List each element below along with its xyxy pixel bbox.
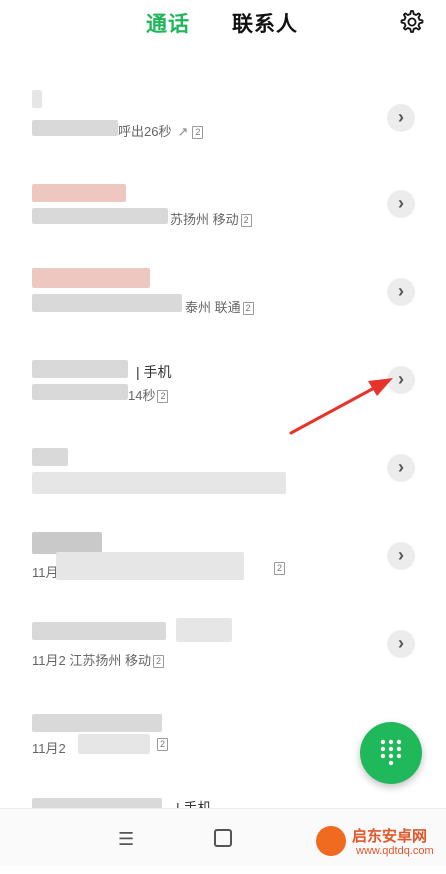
call-detail-button[interactable]: › bbox=[387, 542, 415, 570]
call-info: 11月2 江苏扬州 移动 2 bbox=[32, 650, 164, 669]
redacted-date bbox=[32, 472, 286, 494]
redacted-name bbox=[32, 90, 42, 108]
call-item[interactable]: | 手机 14秒 2 › bbox=[0, 346, 446, 434]
tab-calls[interactable]: 通话 bbox=[146, 8, 190, 38]
call-detail-button[interactable]: › bbox=[387, 366, 415, 394]
redacted-date bbox=[32, 384, 128, 400]
sim-icon: 2 bbox=[157, 390, 169, 403]
sim-icon: 2 bbox=[152, 655, 164, 668]
number-type: | 手机 bbox=[136, 364, 172, 380]
call-date: 11月 bbox=[32, 565, 59, 580]
call-detail-button[interactable]: › bbox=[387, 278, 415, 306]
sim-icon: 2 bbox=[240, 214, 252, 227]
watermark: 启东安卓网 www.qdtdq.com bbox=[316, 824, 444, 862]
call-item[interactable]: 苏扬州 移动 2 › bbox=[0, 170, 446, 258]
dialpad-icon bbox=[380, 739, 402, 766]
call-location: 苏扬州 移动 bbox=[170, 212, 239, 227]
call-item[interactable]: 11月2 江苏扬州 移动 2 › bbox=[0, 610, 446, 698]
call-duration: 呼出26秒 bbox=[118, 124, 172, 139]
redacted-date bbox=[32, 120, 118, 136]
watermark-logo-icon bbox=[316, 826, 346, 856]
call-detail-button[interactable]: › bbox=[387, 454, 415, 482]
call-location: 泰州 联通 bbox=[185, 300, 241, 315]
sim-icon: 2 bbox=[192, 126, 204, 139]
call-item[interactable]: 11月 2 › bbox=[0, 522, 446, 610]
call-info: 14秒 2 bbox=[128, 385, 169, 404]
menu-icon[interactable]: ☰ bbox=[118, 829, 134, 850]
redacted-name bbox=[32, 448, 68, 466]
sim-icon: 2 bbox=[157, 738, 168, 751]
call-item[interactable]: 泰州 联通 2 › bbox=[0, 258, 446, 346]
redacted-name bbox=[32, 714, 162, 732]
redacted-name bbox=[32, 532, 102, 554]
sim-icon: 2 bbox=[242, 302, 254, 315]
call-detail-button[interactable]: › bbox=[387, 190, 415, 218]
home-icon[interactable] bbox=[214, 829, 232, 847]
call-info: 11月2 bbox=[32, 738, 66, 757]
call-item[interactable]: › bbox=[0, 434, 446, 522]
call-duration: 14秒 bbox=[128, 388, 156, 403]
dialpad-button[interactable] bbox=[360, 722, 422, 784]
call-detail-button[interactable]: › bbox=[387, 630, 415, 658]
call-info: 苏扬州 移动 2 bbox=[170, 209, 252, 228]
redacted-info bbox=[56, 552, 244, 580]
sim-icon: 2 bbox=[274, 562, 285, 575]
tab-contacts[interactable]: 联系人 bbox=[232, 8, 298, 38]
redacted-name-part bbox=[176, 618, 232, 642]
call-date-location: 11月2 江苏扬州 移动 bbox=[32, 653, 151, 668]
redacted-name bbox=[32, 184, 126, 202]
redacted-date bbox=[32, 208, 168, 224]
redacted-info bbox=[78, 734, 150, 754]
call-info: 呼出26秒 ↗ 2 bbox=[118, 121, 204, 140]
redacted-name bbox=[32, 268, 150, 288]
outgoing-arrow-icon: ↗ bbox=[177, 124, 189, 139]
watermark-url: www.qdtdq.com bbox=[356, 845, 434, 857]
call-item[interactable]: 呼出26秒 ↗ 2 › bbox=[0, 82, 446, 170]
redacted-name bbox=[32, 360, 128, 378]
watermark-title: 启东安卓网 bbox=[352, 828, 428, 845]
call-detail-button[interactable]: › bbox=[387, 104, 415, 132]
redacted-name bbox=[32, 622, 166, 640]
call-info: 泰州 联通 2 bbox=[185, 297, 254, 316]
top-bar: 通话 联系人 bbox=[0, 0, 446, 48]
call-date: 11月2 bbox=[32, 741, 66, 756]
gear-icon[interactable] bbox=[398, 9, 424, 35]
redacted-date bbox=[32, 294, 182, 312]
